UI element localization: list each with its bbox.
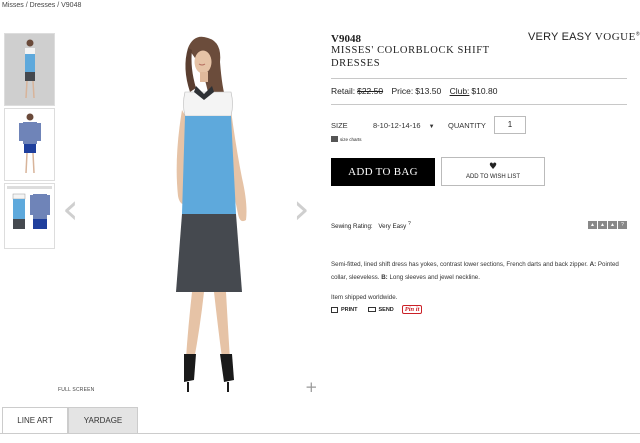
sewing-rating: Sewing Rating: Very Easy ? (331, 221, 411, 230)
size-charts-link[interactable]: size charts (331, 136, 362, 142)
print-icon (331, 306, 338, 313)
chevron-down-icon: ▼ (428, 124, 435, 130)
thumbnail-2[interactable] (4, 108, 55, 181)
rating-triangle-icon: ▲ (588, 221, 597, 229)
retail-price: $22.50 (357, 86, 384, 96)
quantity-input[interactable]: 1 (494, 116, 526, 134)
main-product-image (176, 36, 247, 392)
prev-image-arrow-icon[interactable]: ‹ (62, 188, 79, 230)
club-label[interactable]: Club: (450, 86, 470, 96)
fullscreen-button[interactable]: FULL SCREEN (58, 387, 94, 393)
retail-label: Retail: (331, 86, 356, 96)
divider (331, 104, 627, 105)
size-label: SIZE (331, 121, 348, 130)
sewing-rating-label: Sewing Rating: (331, 223, 373, 231)
brand-logo-vogue: VOGUE (594, 31, 636, 43)
add-to-bag-button[interactable]: ADD TO BAG (331, 158, 435, 186)
shipping-note: Item shipped worldwide. (331, 294, 398, 301)
figure-thumbnail-icon (19, 113, 41, 174)
size-select[interactable]: 8-10-12-14-16 ▼ (373, 121, 435, 130)
rating-triangle-icon: ▲ (598, 221, 607, 229)
heart-icon: ♥ (488, 162, 498, 172)
size-chart-icon (331, 136, 338, 142)
sale-price: $13.50 (415, 86, 442, 96)
rating-question-icon[interactable]: ? (618, 221, 627, 229)
brand-registered-mark: ® (635, 31, 640, 38)
size-charts-label: size charts (340, 136, 362, 142)
brand-logo-prefix: VERY EASY (528, 31, 595, 43)
description-text: Semi-fitted, lined shift dress has yokes… (331, 261, 590, 268)
tab-line-art[interactable]: LINE ART (2, 407, 68, 433)
thumbnail-3[interactable] (4, 183, 55, 249)
send-link[interactable]: SEND (379, 307, 394, 313)
quantity-label: QUANTITY (448, 121, 486, 130)
brand-logo: VERY EASY VOGUE® (528, 31, 640, 43)
price-row: Retail: $22.50 Price: $13.50 Club: $10.80 (331, 86, 503, 96)
breadcrumb[interactable]: Misses / Dresses / V9048 (2, 2, 81, 9)
tab-line-art-label: LINE ART (17, 416, 53, 425)
figure-thumbnail-icon (25, 39, 35, 99)
email-icon (367, 307, 376, 312)
size-select-value: 8-10-12-14-16 (373, 121, 421, 130)
zoom-icon[interactable]: + (305, 378, 318, 396)
add-to-wish-list-label: ADD TO WISH LIST (465, 174, 521, 180)
club-price: $10.80 (471, 86, 498, 96)
image-tabs: LINE ART YARDAGE (0, 407, 640, 434)
rating-boxes: ▲ ▲ ▲ ? (588, 221, 627, 229)
rating-help-icon[interactable]: ? (408, 221, 411, 227)
pin-it-button[interactable]: Pin it (401, 305, 423, 314)
description-text: Long sleeves and jewel neckline. (387, 274, 480, 281)
share-row: PRINT SEND Pin it (331, 305, 423, 314)
tab-yardage[interactable]: YARDAGE (68, 407, 138, 433)
product-description: Semi-fitted, lined shift dress has yokes… (331, 258, 627, 284)
price-label: Price: (391, 86, 414, 96)
tab-yardage-label: YARDAGE (83, 416, 123, 425)
print-link[interactable]: PRINT (341, 307, 358, 313)
sewing-rating-value: Very Easy (378, 223, 407, 231)
next-image-arrow-icon[interactable]: › (293, 188, 310, 230)
product-title: MISSES' COLORBLOCK SHIFT DRESSES (331, 45, 490, 69)
rating-triangle-icon: ▲ (608, 221, 617, 229)
divider (331, 78, 627, 79)
thumbnail-1[interactable] (4, 33, 55, 106)
line-art-thumbnail-icon (7, 186, 52, 229)
add-to-wish-list-button[interactable]: ♥ ADD TO WISH LIST (441, 157, 545, 186)
